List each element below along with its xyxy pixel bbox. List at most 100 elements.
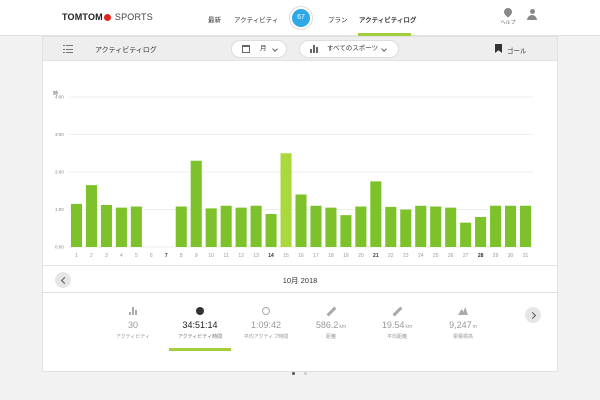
x-tick-label: 1 <box>75 253 78 259</box>
nav-plans[interactable]: プラン <box>328 14 348 24</box>
bar <box>175 206 187 247</box>
nav-activities[interactable]: アクティビティ <box>234 14 278 24</box>
x-tick-label: 16 <box>298 253 304 259</box>
page-title: アクティビティログ <box>95 47 157 54</box>
y-tick-label: 2:00 <box>55 170 64 175</box>
stat-label: アクティビティ時間 <box>177 334 223 340</box>
x-tick-label: 4 <box>120 253 123 259</box>
x-tick-label: 6 <box>150 253 153 259</box>
period-select[interactable]: 月 <box>231 40 287 58</box>
x-tick-label: 18 <box>328 253 334 259</box>
x-tick-label: 30 <box>508 253 514 259</box>
nav-activity-log[interactable]: アクティビティログ <box>359 14 416 24</box>
stat-label: 距離 <box>325 334 336 340</box>
x-tick-label: 2 <box>90 253 93 259</box>
y-tick-label: 4:00 <box>55 95 64 100</box>
x-tick-label: 26 <box>448 253 454 259</box>
x-tick-label: 15 <box>283 253 289 259</box>
y-tick-label: 0:00 <box>55 245 64 250</box>
page-dot-active[interactable] <box>292 372 295 375</box>
nav-latest[interactable]: 最新 <box>208 14 221 24</box>
stat-value: 34:51:14 <box>182 320 218 330</box>
y-tick-label: 3:00 <box>55 132 64 137</box>
bar <box>475 217 487 247</box>
toolbar: アクティビティログ 月 すべてのスポーツ ゴール <box>43 37 557 61</box>
stat-distance[interactable]: 586.2km 距離 <box>296 306 366 340</box>
help-icon <box>502 6 514 18</box>
month-label: 10月 2018 <box>282 276 318 285</box>
brand-name: TOMTOM <box>62 12 103 22</box>
bar <box>265 214 277 247</box>
bar <box>445 207 457 247</box>
x-tick-label: 23 <box>403 253 409 259</box>
y-tick-label: 1:00 <box>55 207 64 212</box>
bar-chart-icon <box>310 45 318 53</box>
user-icon[interactable] <box>527 9 537 20</box>
bar <box>190 160 202 247</box>
stat-label: 累積標高 <box>452 334 473 340</box>
bar <box>519 205 532 247</box>
sport-select-value: すべてのスポーツ <box>327 45 379 52</box>
stat-label: アクティビティ <box>115 334 151 340</box>
x-tick-label: 21 <box>373 253 379 259</box>
bar <box>115 207 127 247</box>
bar <box>430 206 442 247</box>
bar <box>400 209 412 247</box>
x-tick-label: 7 <box>165 253 168 259</box>
stat-elevation[interactable]: 9,247m 累積標高 <box>428 307 498 340</box>
stat-activities[interactable]: 30 アクティビティ <box>98 307 168 340</box>
x-tick-label: 13 <box>253 253 259 259</box>
bar <box>460 222 472 247</box>
bar <box>250 205 262 247</box>
fitness-score[interactable]: 67 <box>292 9 310 27</box>
avg-stopwatch-icon <box>261 307 271 315</box>
help-button[interactable]: ヘルプ <box>498 6 518 26</box>
bar <box>310 205 322 247</box>
stopwatch-icon <box>195 307 205 315</box>
bar <box>370 181 382 247</box>
bar <box>355 206 367 247</box>
chevron-down-icon <box>381 46 387 52</box>
sport-select[interactable]: すべてのスポーツ <box>299 40 399 58</box>
x-tick-label: 29 <box>493 253 499 259</box>
stat-value: 30 <box>127 320 138 330</box>
help-label: ヘルプ <box>500 20 516 26</box>
stat-value: 586.2km <box>315 320 347 330</box>
stat-avg-distance[interactable]: 19.54km 平均距離 <box>362 306 432 340</box>
stat-avg-active-time[interactable]: 1:09:42 平均アクティブ時間 <box>231 307 301 340</box>
bar <box>490 205 502 247</box>
stat-label: 平均アクティブ時間 <box>243 334 289 340</box>
page-dot[interactable] <box>304 372 307 375</box>
x-tick-label: 10 <box>208 253 214 259</box>
x-tick-label: 20 <box>358 253 364 259</box>
x-tick-label: 19 <box>343 253 349 259</box>
stat-activity-time[interactable]: 34:51:14 アクティビティ時間 <box>165 307 235 340</box>
bar <box>100 205 112 247</box>
logo-dot-icon <box>103 14 111 21</box>
goal-button[interactable]: ゴール <box>495 44 527 55</box>
bar <box>130 206 142 247</box>
stat-value: 9,247m <box>449 320 477 330</box>
activity-time-chart: 時0:001:002:003:004:001 2 3 4 5 6 7 8 9 10 11 12 13 14… <box>53 91 533 259</box>
list-view-icon[interactable] <box>63 45 73 53</box>
x-tick-label: 28 <box>478 253 484 259</box>
next-stats-button[interactable] <box>525 307 541 323</box>
bar <box>340 215 352 247</box>
x-tick-label: 9 <box>195 253 198 259</box>
bar <box>415 205 427 247</box>
tomtom-logo[interactable]: TOMTOM SPORTS <box>62 12 153 22</box>
x-tick-label: 27 <box>463 253 469 259</box>
bar <box>205 208 217 247</box>
bar <box>280 153 292 247</box>
x-tick-label: 14 <box>268 253 274 259</box>
stat-label: 平均距離 <box>386 334 407 340</box>
bar <box>235 207 247 247</box>
bar <box>505 205 517 247</box>
x-tick-label: 25 <box>433 253 439 259</box>
x-tick-label: 22 <box>388 253 394 259</box>
bar <box>220 205 232 247</box>
page-indicator <box>292 362 316 380</box>
goal-label: ゴール <box>507 48 527 55</box>
bar <box>295 194 307 247</box>
ruler-icon <box>326 306 337 317</box>
